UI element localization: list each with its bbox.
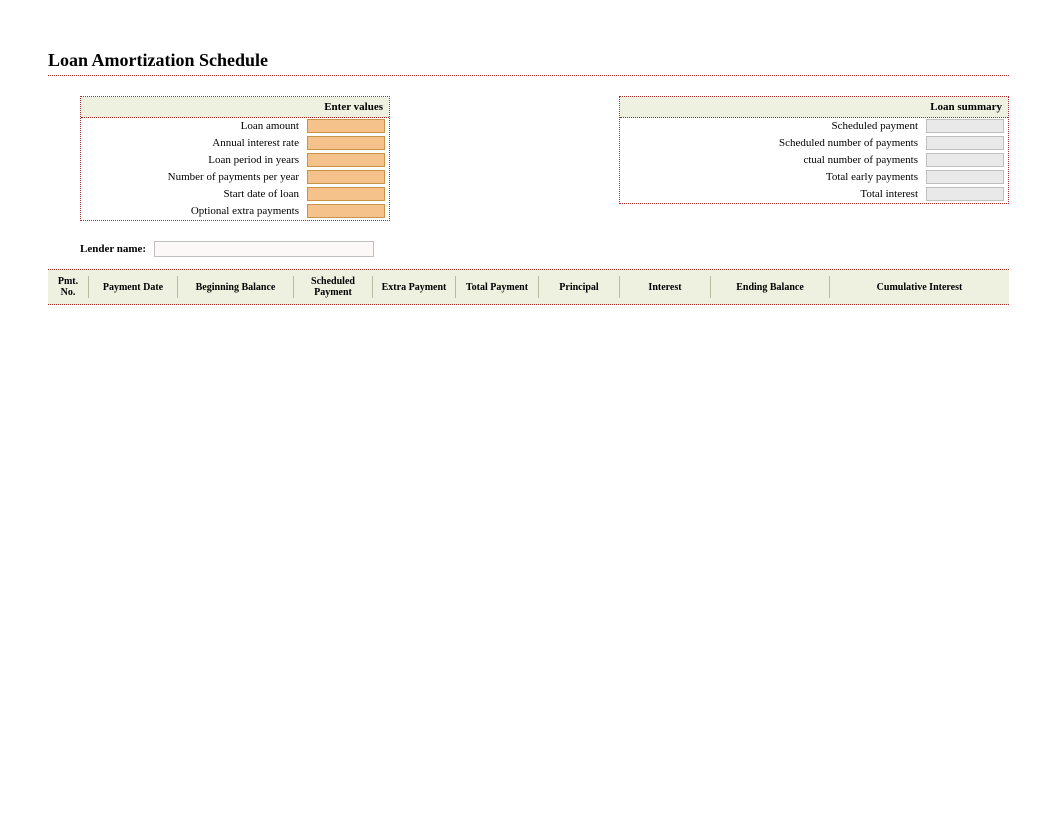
row-actual-num-payments: ctual number of payments [620, 152, 1008, 169]
enter-values-panel: Enter values Loan amount Annual interest… [80, 96, 390, 221]
output-total-interest [926, 187, 1004, 201]
output-total-early-payments [926, 170, 1004, 184]
label-extra-payments: Optional extra payments [81, 203, 303, 220]
row-annual-interest-rate: Annual interest rate [81, 135, 389, 152]
label-scheduled-num-payments: Scheduled number of payments [620, 135, 922, 152]
label-total-interest: Total interest [620, 186, 922, 203]
input-loan-amount[interactable] [307, 119, 385, 133]
col-pmt-no: Pmt. No. [48, 270, 88, 304]
lender-row: Lender name: [80, 241, 1009, 257]
row-extra-payments: Optional extra payments [81, 203, 389, 220]
enter-values-header: Enter values [81, 97, 389, 118]
label-annual-interest-rate: Annual interest rate [81, 135, 303, 152]
col-cumulative-interest: Cumulative Interest [830, 270, 1009, 304]
row-scheduled-num-payments: Scheduled number of payments [620, 135, 1008, 152]
row-scheduled-payment: Scheduled payment [620, 118, 1008, 135]
row-total-interest: Total interest [620, 186, 1008, 203]
label-loan-amount: Loan amount [81, 118, 303, 135]
row-loan-period-years: Loan period in years [81, 152, 389, 169]
col-scheduled-payment: Scheduled Payment [294, 270, 372, 304]
input-start-date[interactable] [307, 187, 385, 201]
col-total-payment: Total Payment [456, 270, 538, 304]
output-actual-num-payments [926, 153, 1004, 167]
output-scheduled-num-payments [926, 136, 1004, 150]
col-ending-balance: Ending Balance [711, 270, 829, 304]
title-divider [48, 75, 1009, 76]
row-loan-amount: Loan amount [81, 118, 389, 135]
row-total-early-payments: Total early payments [620, 169, 1008, 186]
input-extra-payments[interactable] [307, 204, 385, 218]
label-loan-period-years: Loan period in years [81, 152, 303, 169]
lender-label: Lender name: [80, 243, 146, 255]
col-payment-date: Payment Date [89, 270, 177, 304]
col-interest: Interest [620, 270, 710, 304]
output-scheduled-payment [926, 119, 1004, 133]
label-scheduled-payment: Scheduled payment [620, 118, 922, 135]
col-extra-payment: Extra Payment [373, 270, 455, 304]
col-beginning-balance: Beginning Balance [178, 270, 293, 304]
input-loan-period-years[interactable] [307, 153, 385, 167]
loan-summary-header: Loan summary [620, 97, 1008, 118]
loan-summary-panel: Loan summary Scheduled payment Scheduled… [619, 96, 1009, 204]
label-actual-num-payments: ctual number of payments [620, 152, 922, 169]
label-start-date: Start date of loan [81, 186, 303, 203]
page-title: Loan Amortization Schedule [48, 50, 1009, 71]
label-payments-per-year: Number of payments per year [81, 169, 303, 186]
col-principal: Principal [539, 270, 619, 304]
input-payments-per-year[interactable] [307, 170, 385, 184]
row-start-date: Start date of loan [81, 186, 389, 203]
lender-name-input[interactable] [154, 241, 374, 257]
input-annual-interest-rate[interactable] [307, 136, 385, 150]
schedule-header-row: Pmt. No. Payment Date Beginning Balance … [48, 269, 1009, 305]
row-payments-per-year: Number of payments per year [81, 169, 389, 186]
label-total-early-payments: Total early payments [620, 169, 922, 186]
